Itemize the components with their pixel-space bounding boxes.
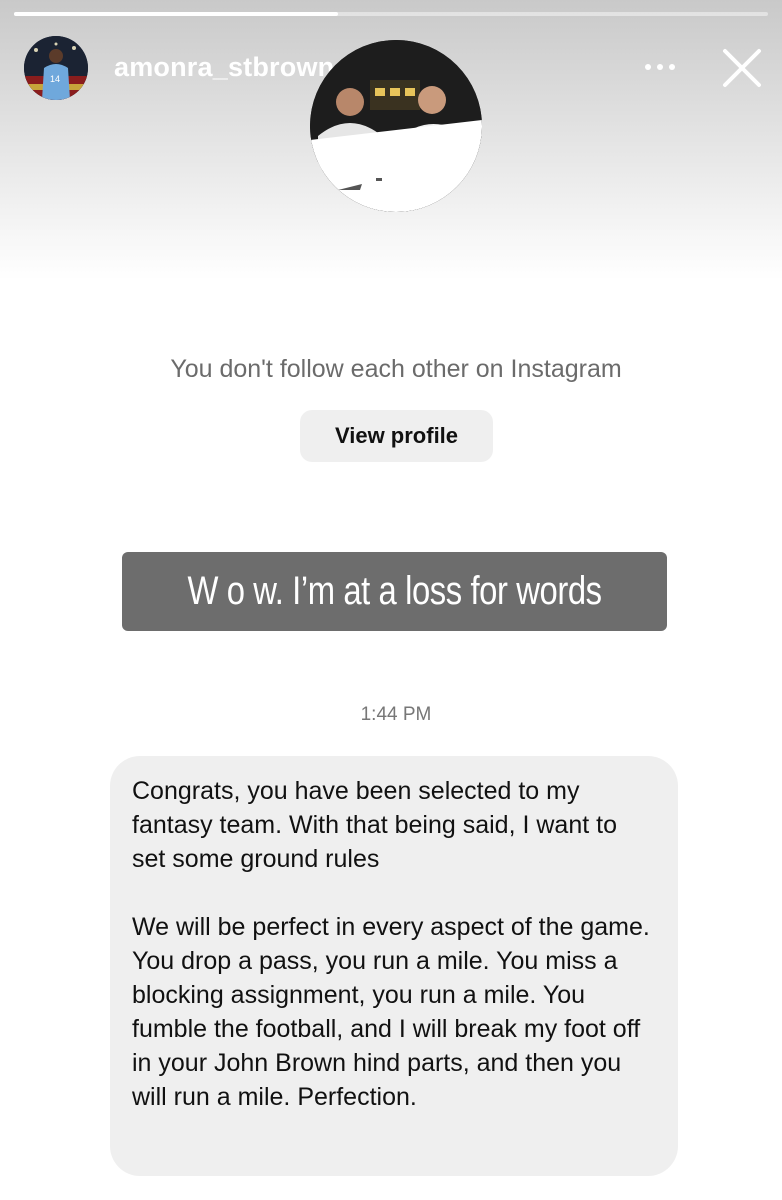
story-username[interactable]: amonra_stbrown [114,52,334,83]
story-progress-fill [14,12,339,16]
story-caption-text: W o w. I’m at a loss for words [187,569,602,613]
view-profile-button[interactable]: View profile [300,410,493,462]
message-bubble: Congrats, you have been selected to my f… [110,756,678,1176]
follow-status-note: You don't follow each other on Instagram [170,355,622,383]
profile-picture[interactable] [310,40,482,212]
message-paragraph: We will be perfect in every aspect of th… [132,913,650,1111]
avatar[interactable]: 14 [24,36,88,100]
more-options-icon[interactable] [642,60,678,74]
story-caption: W o w. I’m at a loss for words [122,552,667,631]
message-timestamp: 1:44 PM [360,704,432,725]
close-icon[interactable] [720,46,764,90]
story-progress-bar [14,12,768,16]
message-paragraph: Congrats, you have been selected to my f… [132,777,617,873]
svg-text:14: 14 [50,74,60,84]
